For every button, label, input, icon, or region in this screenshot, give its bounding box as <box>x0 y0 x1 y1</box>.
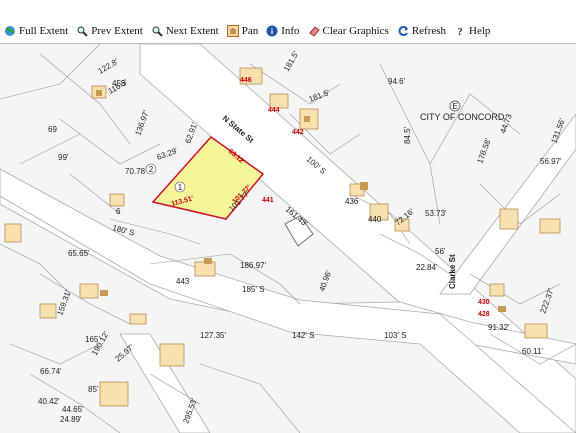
city-label: CITY OF CONCORD <box>420 112 505 122</box>
dim-84: 84.5' <box>403 126 412 144</box>
address-446: 446 <box>240 77 252 84</box>
address-436: 436 <box>345 197 359 206</box>
dim-99: 99' <box>58 153 69 162</box>
dim-53: 53.73' <box>425 209 447 218</box>
dim-56: 56' <box>435 247 446 256</box>
dim-60: 60.11' <box>522 347 543 356</box>
parcel-marker-1-label: 1 <box>178 183 183 192</box>
dim-65: 65.65' <box>68 249 90 258</box>
map-view[interactable]: N State St Clarke St E CITY OF CONCORD 1… <box>0 43 576 433</box>
globe-icon <box>4 25 16 37</box>
refresh-icon <box>397 25 409 37</box>
dim-142: 142' S <box>292 331 314 340</box>
address-441: 441 <box>262 197 274 204</box>
pan-icon <box>226 25 239 37</box>
dim-94: 94.6' <box>388 77 406 86</box>
address-430: 430 <box>478 299 490 306</box>
dim-103: 103' S <box>384 331 406 340</box>
dim-24: 24.89' <box>60 415 82 424</box>
help-button[interactable]: ? Help <box>450 20 494 42</box>
dim-22: 22.84' <box>416 263 438 272</box>
next-extent-label: Next Extent <box>165 25 219 37</box>
dim-56b: 56.97' <box>540 157 562 166</box>
zoom-forward-icon <box>151 25 163 37</box>
help-icon: ? <box>454 25 466 37</box>
address-440: 440 <box>368 215 382 224</box>
eraser-icon <box>308 25 320 37</box>
clear-graphics-label: Clear Graphics <box>322 25 389 37</box>
address-444: 444 <box>268 107 280 114</box>
map-toolbar: Full Extent Prev Extent Next Extent Pan … <box>0 20 576 42</box>
prev-extent-button[interactable]: Prev Extent <box>72 20 147 42</box>
dim-69: 69 <box>48 125 57 134</box>
dim-127: 127.35' <box>200 331 226 340</box>
info-label: Info <box>281 25 300 37</box>
dim-91: 91.32' <box>488 323 510 332</box>
parcel-marker-2-label: 2 <box>149 165 154 174</box>
dim-85: 85' <box>88 385 99 394</box>
prev-extent-label: Prev Extent <box>91 25 143 37</box>
dim-70: 70.78 <box>125 167 146 176</box>
clear-graphics-button[interactable]: Clear Graphics <box>304 20 393 42</box>
pan-label: Pan <box>241 25 259 37</box>
street-label-clarke: Clarke St <box>448 254 457 289</box>
help-label: Help <box>469 25 491 37</box>
address-443: 443 <box>176 277 190 286</box>
info-button[interactable]: i Info <box>262 20 303 42</box>
full-extent-button[interactable]: Full Extent <box>0 20 72 42</box>
dim-44b: 44.65' <box>62 405 84 414</box>
dim-66: 66.74' <box>40 367 62 376</box>
full-extent-label: Full Extent <box>19 25 69 37</box>
dim-185: 185' S <box>242 285 264 294</box>
dim-186: 186.97' <box>240 261 266 270</box>
refresh-button[interactable]: Refresh <box>393 20 450 42</box>
address-428: 428 <box>478 311 490 318</box>
pan-button[interactable]: Pan <box>223 20 263 42</box>
refresh-label: Refresh <box>411 25 447 37</box>
next-extent-button[interactable]: Next Extent <box>147 20 223 42</box>
zoom-back-icon <box>76 25 88 37</box>
city-marker-label: E <box>452 102 457 111</box>
address-6: 6 <box>116 207 121 216</box>
dim-40: 40.42' <box>38 397 60 406</box>
info-icon: i <box>266 25 278 37</box>
svg-text:?: ? <box>457 26 463 37</box>
address-442: 442 <box>292 129 304 136</box>
parcel-map[interactable]: N State St Clarke St E CITY OF CONCORD 1… <box>0 44 576 433</box>
